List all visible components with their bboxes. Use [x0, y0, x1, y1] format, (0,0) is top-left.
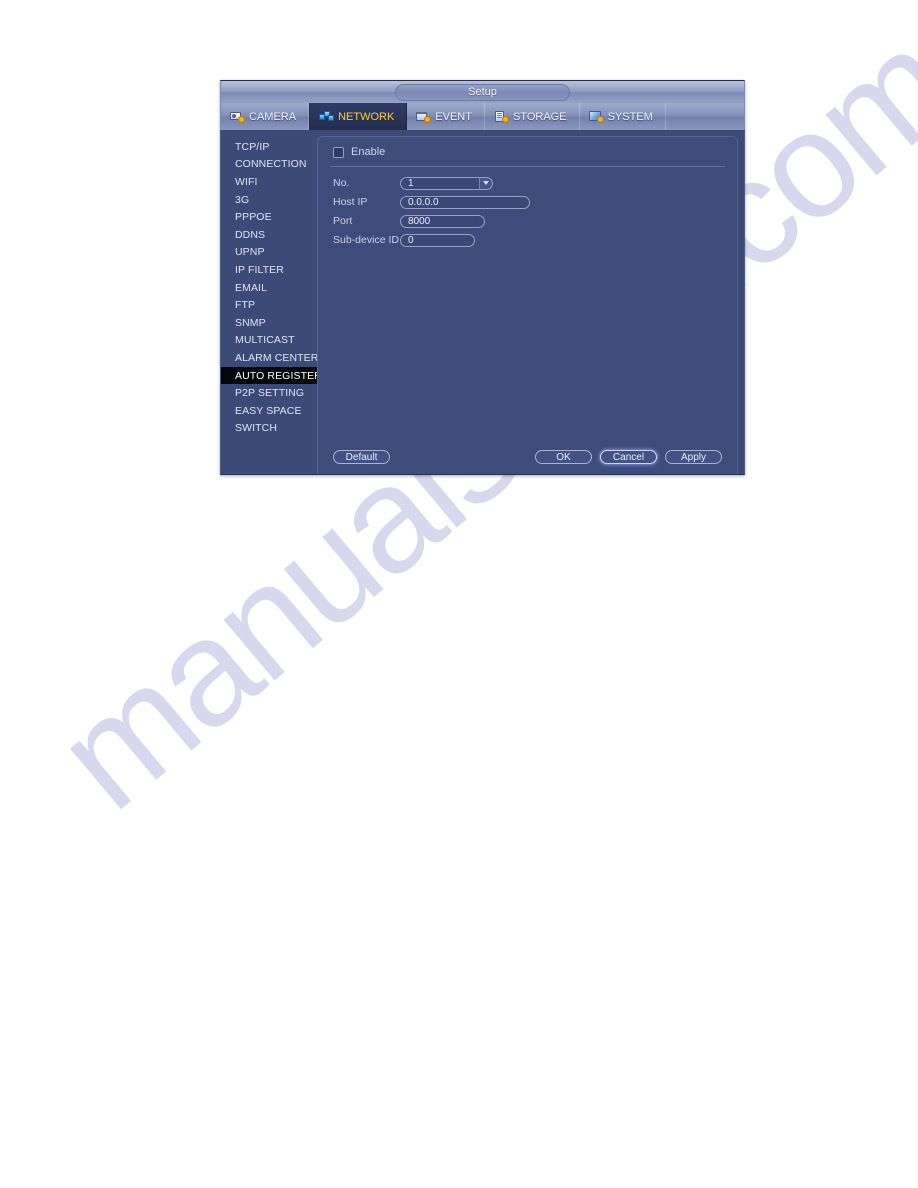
sub-device-id-value: 0 [408, 234, 414, 246]
sidebar-item-label: AUTO REGISTER [235, 369, 322, 382]
sidebar-item-label: ALARM CENTER [235, 351, 319, 364]
no-label: No. [333, 177, 350, 190]
sidebar-item-pppoe[interactable]: PPPOE [221, 208, 317, 226]
host-ip-input[interactable]: 0.0.0.0 [400, 195, 530, 209]
sidebar-item-snmp[interactable]: SNMP [221, 314, 317, 332]
window-titlebar: Setup [220, 80, 745, 103]
sidebar-item-label: SNMP [235, 316, 266, 329]
tab-camera-label: CAMERA [249, 110, 297, 123]
tab-camera[interactable]: CAMERA [221, 103, 310, 130]
sidebar-item-label: CONNECTION [235, 158, 307, 171]
form-row-port: Port 8000 [333, 212, 737, 231]
sidebar-item-alarm-center[interactable]: ALARM CENTER [221, 349, 319, 367]
sub-device-id-label: Sub-device ID [333, 234, 399, 247]
auto-register-form: No. 1 Host IP 0.0.0.0 Port 8000 Sub-devi… [318, 167, 737, 250]
sidebar-item-label: EASY SPACE [235, 404, 302, 417]
sidebar-item-switch[interactable]: SWITCH [221, 420, 317, 438]
tab-storage[interactable]: STORAGE [485, 103, 580, 130]
no-value: 1 [408, 177, 414, 189]
tab-network-label: NETWORK [338, 110, 395, 123]
host-ip-value: 0.0.0.0 [408, 196, 439, 208]
enable-checkbox[interactable] [333, 146, 344, 158]
button-bar: Default OK Cancel Apply [318, 450, 737, 464]
port-label: Port [333, 215, 353, 228]
form-row-no: No. 1 [333, 174, 737, 193]
sidebar-item-label: SWITCH [235, 422, 278, 435]
enable-label: Enable [351, 146, 386, 158]
sidebar-item-auto-register[interactable]: AUTO REGISTER [221, 366, 322, 385]
button-group-right: OK Cancel Apply [535, 450, 722, 464]
window-body: TCP/IP CONNECTION WIFI 3G PPPOE DDNS UPN… [220, 130, 745, 475]
port-input[interactable]: 8000 [400, 214, 485, 228]
section-divider [330, 166, 725, 167]
tab-system[interactable]: SYSTEM [580, 103, 666, 130]
ok-button[interactable]: OK [535, 450, 592, 464]
chevron-down-icon[interactable] [479, 176, 493, 190]
sidebar-item-tcpip[interactable]: TCP/IP [221, 138, 317, 156]
sidebar-item-label: TCP/IP [235, 140, 270, 153]
sidebar-item-p2p-setting[interactable]: P2P SETTING [221, 384, 317, 402]
form-row-host-ip: Host IP 0.0.0.0 [333, 193, 737, 212]
sub-device-id-input[interactable]: 0 [400, 233, 475, 247]
sidebar-item-ddns[interactable]: DDNS [221, 226, 317, 244]
sidebar-item-upnp[interactable]: UPNP [221, 244, 317, 262]
network-sidebar: TCP/IP CONNECTION WIFI 3G PPPOE DDNS UPN… [221, 130, 322, 474]
system-icon [588, 110, 604, 123]
enable-row: Enable [318, 137, 737, 158]
storage-icon [494, 110, 509, 123]
sidebar-item-label: UPNP [235, 246, 265, 259]
form-row-sub-device-id: Sub-device ID 0 [333, 231, 737, 250]
sidebar-item-label: WIFI [235, 175, 258, 188]
sidebar-item-email[interactable]: EMAIL [221, 279, 317, 297]
sidebar-item-label: PPPOE [235, 211, 272, 224]
tab-event-label: EVENT [435, 110, 472, 123]
sidebar-item-wifi[interactable]: WIFI [221, 173, 317, 191]
tab-event[interactable]: EVENT [407, 103, 485, 130]
sidebar-item-ip-filter[interactable]: IP FILTER [221, 261, 317, 279]
window-title: Setup [395, 83, 570, 101]
sidebar-item-label: DDNS [235, 228, 266, 241]
sidebar-item-ftp[interactable]: FTP [221, 296, 317, 314]
sidebar-item-connection[interactable]: CONNECTION [221, 156, 317, 174]
setup-dialog-window: Setup CAMERA NETWORK EVENT STORAGE SYSTE… [220, 80, 745, 475]
port-value: 8000 [408, 215, 431, 227]
sidebar-item-label: 3G [235, 193, 250, 206]
sidebar-item-easy-space[interactable]: EASY SPACE [221, 402, 317, 420]
tab-network[interactable]: NETWORK [309, 103, 408, 130]
sidebar-item-label: IP FILTER [235, 263, 284, 276]
event-icon [416, 110, 432, 123]
sidebar-item-3g[interactable]: 3G [221, 191, 317, 209]
apply-button[interactable]: Apply [665, 450, 722, 464]
camera-icon [230, 110, 245, 123]
auto-register-panel: Enable No. 1 Host IP 0.0.0.0 Port 8000 S… [317, 136, 738, 474]
tab-system-label: SYSTEM [607, 110, 653, 123]
sidebar-item-label: EMAIL [235, 281, 268, 294]
default-button[interactable]: Default [333, 450, 390, 464]
sidebar-item-multicast[interactable]: MULTICAST [221, 332, 317, 350]
host-ip-label: Host IP [333, 196, 368, 209]
main-tabbar: CAMERA NETWORK EVENT STORAGE SYSTEM [220, 103, 745, 130]
sidebar-item-label: P2P SETTING [235, 387, 305, 400]
no-dropdown[interactable]: 1 [400, 176, 479, 190]
tab-storage-label: STORAGE [512, 110, 567, 123]
sidebar-item-label: MULTICAST [235, 334, 295, 347]
cancel-button[interactable]: Cancel [600, 450, 657, 464]
network-icon [319, 110, 335, 123]
sidebar-item-label: FTP [235, 299, 256, 312]
